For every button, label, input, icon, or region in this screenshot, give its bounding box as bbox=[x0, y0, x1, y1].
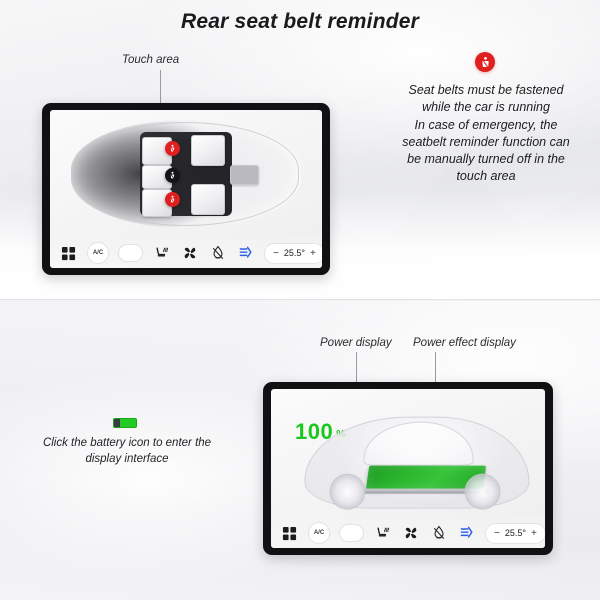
temperature-decrease-button[interactable]: − bbox=[273, 248, 279, 259]
ac-label: A/C bbox=[92, 250, 104, 256]
fan-icon[interactable] bbox=[401, 524, 420, 543]
battery-icon[interactable] bbox=[113, 418, 137, 428]
battery-hint-line: Click the battery icon to enter the bbox=[42, 437, 212, 449]
rear-middle-seatbelt-status[interactable] bbox=[165, 167, 181, 183]
screenshot-root: Rear seat belt reminder Touch area Seat … bbox=[0, 0, 600, 600]
battery-hint-text: Click the battery icon to enter the disp… bbox=[28, 435, 226, 468]
car-top-down-view bbox=[50, 110, 322, 238]
airflow-icon[interactable] bbox=[236, 244, 255, 263]
seat-heater-icon[interactable] bbox=[152, 244, 171, 263]
notice-line: be manually turned off in the bbox=[407, 152, 565, 166]
seat-front-left[interactable] bbox=[190, 135, 225, 167]
notice-line: while the car is running bbox=[422, 100, 550, 115]
temperature-control-top[interactable]: − 25.5° + bbox=[264, 242, 322, 264]
defrost-oval-icon[interactable] bbox=[118, 244, 143, 262]
ac-label: A/C bbox=[313, 530, 325, 536]
tablet-device-bottom: 100% A/C bbox=[263, 382, 553, 555]
temperature-increase-button[interactable]: + bbox=[531, 528, 537, 539]
temperature-value: 25.5° bbox=[283, 248, 305, 258]
temperature-control-bottom[interactable]: − 25.5° + bbox=[485, 522, 545, 544]
ac-icon[interactable]: A/C bbox=[308, 522, 330, 544]
section-divider bbox=[0, 299, 600, 301]
tablet-screen-bottom[interactable]: 100% A/C bbox=[271, 389, 545, 548]
defrost-oval-icon[interactable] bbox=[339, 524, 364, 542]
seatbelt-reminder-icon bbox=[475, 52, 495, 72]
seat-front-right[interactable] bbox=[190, 183, 225, 215]
temperature-increase-button[interactable]: + bbox=[310, 248, 316, 259]
climate-toolbar-top: A/C − 25.5° + bbox=[50, 238, 322, 268]
tablet-device-top: A/C − 25.5° + bbox=[42, 103, 330, 275]
notice-line: In case of emergency, the bbox=[414, 117, 558, 132]
climate-toolbar-bottom: A/C − 25.5° + bbox=[271, 518, 545, 548]
air-purify-icon[interactable] bbox=[208, 244, 227, 263]
seat-heater-icon[interactable] bbox=[373, 524, 392, 543]
apps-grid-icon[interactable] bbox=[280, 524, 299, 543]
callout-touch-area: Touch area bbox=[122, 54, 180, 66]
notice-line: Seat belts must be fastened bbox=[408, 83, 564, 97]
rear-left-seatbelt-warning[interactable] bbox=[165, 140, 181, 156]
tablet-screen-top[interactable]: A/C − 25.5° + bbox=[50, 110, 322, 268]
air-purify-icon[interactable] bbox=[429, 524, 448, 543]
temperature-value: 25.5° bbox=[504, 528, 526, 538]
page-title: Rear seat belt reminder bbox=[180, 10, 420, 33]
console bbox=[229, 165, 260, 185]
apps-grid-icon[interactable] bbox=[59, 244, 78, 263]
rear-wheel bbox=[464, 474, 501, 511]
battery-hint-line: display interface bbox=[85, 453, 169, 466]
callout-power-effect-display: Power effect display bbox=[413, 337, 516, 349]
airflow-icon[interactable] bbox=[457, 524, 476, 543]
callout-power-display: Power display bbox=[320, 337, 392, 349]
fan-icon[interactable] bbox=[180, 244, 199, 263]
front-wheel bbox=[329, 474, 366, 511]
ac-icon[interactable]: A/C bbox=[87, 242, 109, 264]
car-side-battery-view bbox=[271, 389, 545, 518]
notice-line: seatbelt reminder function can bbox=[402, 134, 570, 149]
temperature-decrease-button[interactable]: − bbox=[494, 528, 500, 539]
notice-line: touch area bbox=[456, 169, 516, 184]
seatbelt-notice-text: Seat belts must be fastened while the ca… bbox=[382, 82, 590, 186]
